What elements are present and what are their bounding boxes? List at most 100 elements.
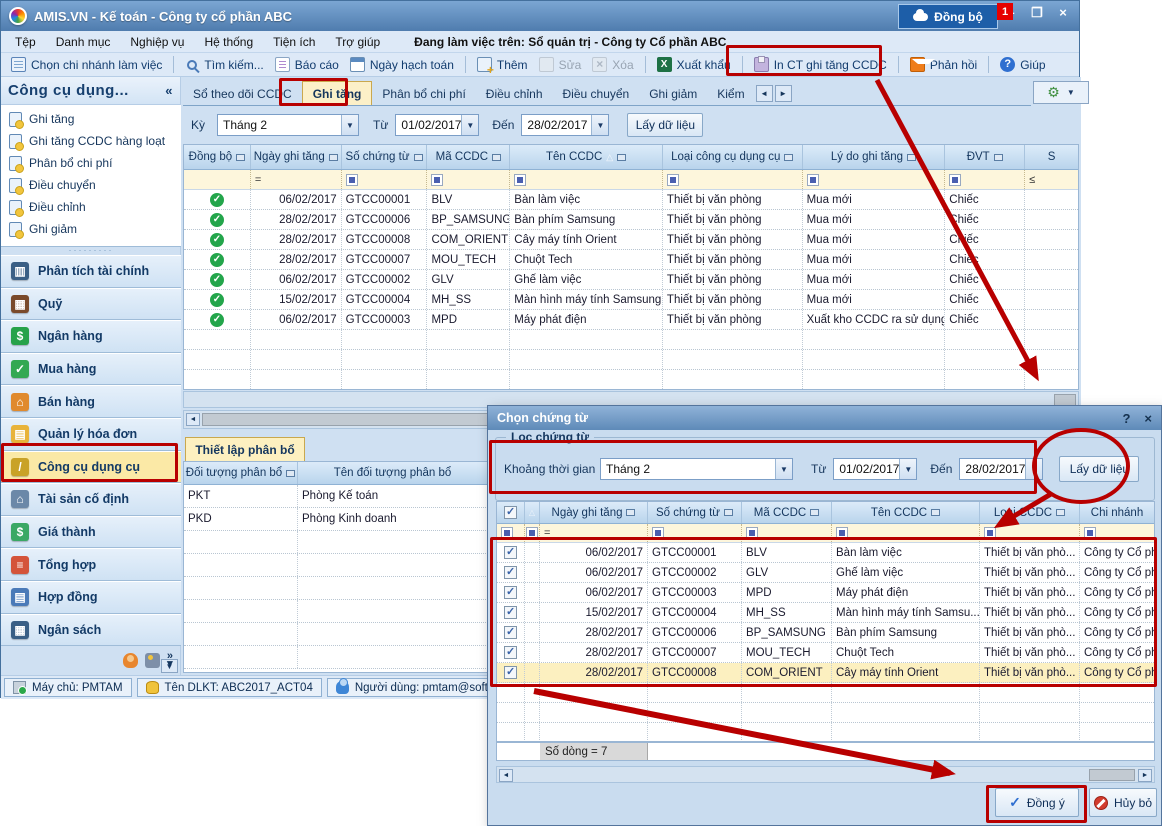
column-header-sync[interactable]: Đồng bộ [184,145,251,169]
filter-cell[interactable] [648,524,742,542]
table-row[interactable]: ✓28/02/2017GTCC00006BP_SAMSUNGBàn phím S… [184,210,1078,230]
menu-item-system[interactable]: Hệ thống [204,35,253,49]
sidebar-module-sales[interactable]: ⌂Bán hàng [1,385,181,418]
tab-kiem[interactable]: Kiểm [707,82,754,105]
chevron-down-icon[interactable]: ▼ [775,459,792,479]
dialog-from-date-picker[interactable]: 01/02/2017 ▼ [833,458,917,480]
filter-cell[interactable]: = [540,524,648,542]
toolbar-button-export[interactable]: Xuất khẩu [657,57,731,72]
column-header-date[interactable]: Ngày ghi tăng [251,145,342,169]
load-data-button[interactable]: Lấy dữ liệu [627,113,703,137]
table-row[interactable]: 15/02/2017GTCC00004MH_SSMàn hình máy tín… [497,603,1154,623]
sync-button[interactable]: Đồng bộ [898,4,998,29]
table-row[interactable]: 06/02/2017GTCC00002GLVGhế làm việcThiết … [497,563,1154,583]
checkbox-checked-icon[interactable] [504,506,517,519]
sidebar-task-dieu-chinh[interactable]: Điều chỉnh [1,196,181,218]
table-row[interactable]: ✓15/02/2017GTCC00004MH_SSMàn hình máy tí… [184,290,1078,310]
filter-cell[interactable] [980,524,1080,542]
filter-cell[interactable] [1080,524,1154,542]
checkbox-checked-icon[interactable] [504,546,517,559]
toolbar-button-posting-date[interactable]: Ngày hạch toán [350,57,454,72]
table-row[interactable]: ✓06/02/2017GTCC00002GLVGhế làm việcThiết… [184,270,1078,290]
table-row[interactable]: ✓06/02/2017GTCC00003MPDMáy phát điệnThiế… [184,310,1078,330]
filter-cell[interactable] [497,524,525,542]
filter-cell[interactable] [510,170,663,189]
sidebar-module-cash[interactable]: ▦Quỹ [1,288,181,321]
column-header-sort[interactable]: △ [525,502,540,523]
scrollbar-thumb[interactable] [1089,769,1135,781]
column-header-branch[interactable]: Chi nhánh [1080,502,1154,523]
tab-phan-bo-chi-phi[interactable]: Phân bổ chi phí [372,82,475,105]
scroll-left-button[interactable]: ◄ [186,413,200,426]
table-row[interactable]: 28/02/2017GTCC00007MOU_TECHChuột TechThi… [497,643,1154,663]
toolbar-button-print-ccdc-increase[interactable]: In CT ghi tăng CCDC [754,57,887,72]
checkbox-checked-icon[interactable] [504,646,517,659]
menu-item-utilities[interactable]: Tiện ích [273,35,315,49]
column-header-unit[interactable]: ĐVT [945,145,1025,169]
tab-dieu-chinh[interactable]: Điều chỉnh [476,82,553,105]
table-row[interactable]: 06/02/2017GTCC00001BLVBàn làm việcThiết … [497,543,1154,563]
sidebar-module-costing[interactable]: $Giá thành [1,516,181,549]
toolbar-button-feedback[interactable]: Phản hồi [910,57,977,72]
tab-ghi-tang[interactable]: Ghi tăng [302,81,373,105]
dialog-close-button[interactable]: × [1144,411,1152,426]
checkbox-checked-icon[interactable] [504,626,517,639]
to-date-picker[interactable]: 28/02/2017 ▼ [521,114,609,136]
toolbar-button-search[interactable]: Tìm kiếm... [185,58,263,72]
menu-item-help[interactable]: Trợ giúp [335,35,380,49]
toolbar-button-help[interactable]: Giúp [1000,57,1045,72]
table-row[interactable]: 28/02/2017GTCC00008COM_ORIENTCây máy tín… [497,663,1154,683]
chevron-down-icon[interactable]: ▼ [341,115,358,135]
sidebar-more-button[interactable]: »▾ [167,652,173,668]
toolbar-button-add[interactable]: Thêm [477,57,528,72]
dialog-help-button[interactable]: ? [1122,411,1130,426]
column-header-doc-no[interactable]: Số chứng từ [648,502,742,523]
filter-cell[interactable] [184,170,251,189]
scroll-left-button[interactable]: ◄ [499,769,513,782]
filter-cell[interactable]: ≤ [1025,170,1078,189]
column-header-code[interactable]: Mã CCDC [427,145,510,169]
sidebar-module-general[interactable]: ≡Tổng hợp [1,548,181,581]
toolbar-button-select-branch[interactable]: Chọn chi nhánh làm việc [11,57,162,72]
table-row[interactable]: ✓28/02/2017GTCC00008COM_ORIENTCây máy tí… [184,230,1078,250]
toolbar-button-report[interactable]: Báo cáo [275,57,339,72]
column-header-code[interactable]: Mã CCDC [742,502,832,523]
sidebar-task-phan-bo-chi-phi[interactable]: Phân bổ chi phí [1,152,181,174]
period-combobox[interactable]: Tháng 2 ▼ [217,114,359,136]
sidebar-collapse-button[interactable]: « [165,83,173,98]
dialog-hscrollbar[interactable]: ◄ ► [496,766,1155,783]
chevron-down-icon[interactable]: ▼ [1025,459,1042,479]
table-row[interactable]: ✓28/02/2017GTCC00007MOU_TECHChuột TechTh… [184,250,1078,270]
cancel-button[interactable]: Hủy bỏ [1089,788,1157,817]
menu-item-file[interactable]: Tệp [15,35,36,49]
dialog-load-data-button[interactable]: Lấy dữ liệu [1059,456,1139,482]
tab-scroll-left-button[interactable]: ◄ [756,85,773,102]
table-row[interactable]: 28/02/2017GTCC00006BP_SAMSUNGBàn phím Sa… [497,623,1154,643]
scroll-right-button[interactable]: ► [1138,769,1152,782]
column-header-clipped[interactable]: S [1025,145,1078,169]
sidebar-task-ghi-tang-hang-loat[interactable]: Ghi tăng CCDC hàng loạt [1,130,181,152]
filter-cell[interactable] [803,170,946,189]
filter-cell[interactable]: = [251,170,342,189]
dialog-to-date-picker[interactable]: 28/02/2017 ▼ [959,458,1043,480]
permissions-icon[interactable] [145,653,160,668]
sidebar-module-purchase[interactable]: ✓Mua hàng [1,353,181,386]
filter-cell[interactable] [427,170,510,189]
from-date-picker[interactable]: 01/02/2017 ▼ [395,114,479,136]
checkbox-checked-icon[interactable] [504,606,517,619]
sidebar-module-budget[interactable]: ▦Ngân sách [1,614,181,647]
column-header-select-all[interactable] [497,502,525,523]
column-header-doc-no[interactable]: Số chứng từ [342,145,428,169]
column-header-date[interactable]: Ngày ghi tăng [540,502,648,523]
close-button[interactable]: × [1055,5,1071,21]
filter-cell[interactable] [832,524,980,542]
column-header-alloc-target-name[interactable]: Tên đối tượng phân bổ [298,462,488,484]
checkbox-checked-icon[interactable] [504,666,517,679]
users-icon[interactable] [123,653,138,668]
dialog-period-combobox[interactable]: Tháng 2 ▼ [600,458,793,480]
ok-button[interactable]: ✓ Đồng ý [995,788,1079,817]
filter-cell[interactable] [945,170,1025,189]
chevron-down-icon[interactable]: ▼ [461,115,478,135]
tab-scroll-right-button[interactable]: ► [775,85,792,102]
filter-cell[interactable] [663,170,803,189]
